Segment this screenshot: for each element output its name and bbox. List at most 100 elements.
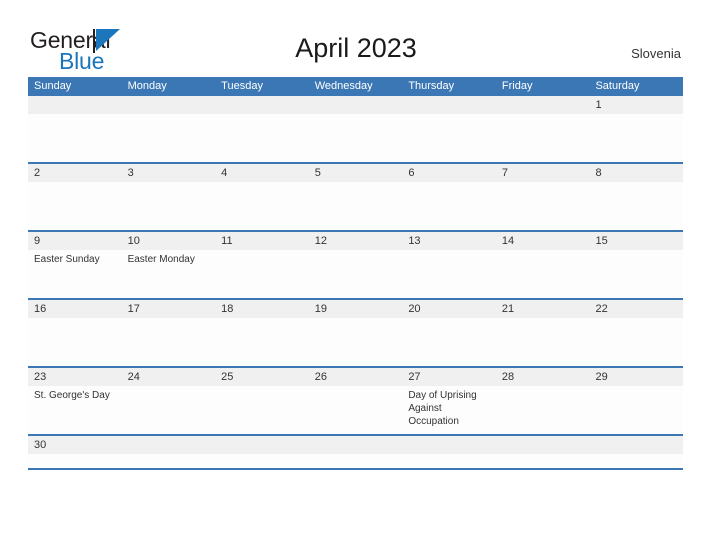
day-number-28[interactable]: 28 — [496, 368, 590, 386]
day-number-10[interactable]: 10 — [122, 232, 216, 250]
day-events-empty — [589, 114, 683, 162]
day-events-empty — [496, 182, 590, 230]
day-events-empty — [402, 454, 496, 468]
day-number-empty — [215, 436, 309, 454]
day-events-empty — [496, 454, 590, 468]
day-events-empty — [589, 454, 683, 468]
day-number-27[interactable]: 27 — [402, 368, 496, 386]
weekday-header-saturday: Saturday — [595, 80, 640, 92]
week-date-band: 1 — [28, 96, 683, 114]
day-number-empty — [496, 436, 590, 454]
day-events-empty — [309, 386, 403, 434]
day-number-empty — [28, 96, 122, 114]
day-events-empty — [309, 318, 403, 366]
day-number-24[interactable]: 24 — [122, 368, 216, 386]
day-number-empty — [589, 436, 683, 454]
calendar-week-row: 1 — [28, 96, 683, 164]
weekday-header-thursday: Thursday — [408, 80, 455, 92]
day-number-19[interactable]: 19 — [309, 300, 403, 318]
event-label: Day of Uprising — [408, 390, 477, 401]
day-number-29[interactable]: 29 — [589, 368, 683, 386]
page-header: General Blue April 2023 Slovenia — [0, 0, 712, 74]
day-events-empty — [309, 454, 403, 468]
week-date-band: 2345678 — [28, 164, 683, 182]
day-number-13[interactable]: 13 — [402, 232, 496, 250]
day-events-empty — [122, 454, 216, 468]
day-events-empty — [215, 318, 309, 366]
day-events-27: Day of Uprising Against Occupation — [402, 386, 496, 434]
day-number-11[interactable]: 11 — [215, 232, 309, 250]
calendar-week-row: 2345678 — [28, 164, 683, 232]
day-events-empty — [28, 318, 122, 366]
week-event-band — [28, 318, 683, 366]
day-number-7[interactable]: 7 — [496, 164, 590, 182]
week-date-band: 16 17 18 19 20 21 22 — [28, 300, 683, 318]
week-event-band — [28, 182, 683, 230]
day-number-25[interactable]: 25 — [215, 368, 309, 386]
day-number-12[interactable]: 12 — [309, 232, 403, 250]
weekday-header-row: Sunday Monday Tuesday Wednesday Thursday Frid… — [28, 77, 683, 96]
week-event-band — [28, 114, 683, 162]
day-number-empty — [496, 96, 590, 114]
weekday-header-monday: Monday — [127, 80, 167, 92]
day-events-empty — [589, 250, 683, 298]
day-number-6[interactable]: 6 — [402, 164, 496, 182]
day-number-21[interactable]: 21 — [496, 300, 590, 318]
day-events-empty — [589, 318, 683, 366]
calendar-week-row: 9 10 11 12 13 14 15 Easter Sunday Easter Monday — [28, 232, 683, 300]
day-events-empty — [215, 250, 309, 298]
day-number-17[interactable]: 17 — [122, 300, 216, 318]
day-events-empty — [122, 318, 216, 366]
day-number-23[interactable]: 23 — [28, 368, 122, 386]
day-number-empty — [309, 436, 403, 454]
country-label: Slovenia — [631, 46, 681, 61]
weekday-header-sunday: Sunday — [34, 80, 72, 92]
day-number-empty — [215, 96, 309, 114]
day-number-26[interactable]: 26 — [309, 368, 403, 386]
day-number-1[interactable]: 1 — [589, 96, 683, 114]
week-date-band: 30 — [28, 436, 683, 454]
event-label: Easter Sunday — [34, 254, 100, 265]
day-events-empty — [589, 182, 683, 230]
day-events-empty — [402, 182, 496, 230]
day-number-9[interactable]: 9 — [28, 232, 122, 250]
day-number-empty — [122, 436, 216, 454]
day-number-16[interactable]: 16 — [28, 300, 122, 318]
day-number-14[interactable]: 14 — [496, 232, 590, 250]
week-event-band: St. George's Day Day of Uprising Against O… — [28, 386, 683, 434]
day-events-empty — [122, 182, 216, 230]
day-events-empty — [28, 454, 122, 468]
day-events-9: Easter Sunday — [28, 250, 122, 298]
calendar-week-row: 23 24 25 26 27 28 29 St. George's Day Day of Upr… — [28, 368, 683, 436]
event-label: St. George's Day — [34, 390, 110, 401]
day-events-empty — [28, 114, 122, 162]
day-number-8[interactable]: 8 — [589, 164, 683, 182]
day-number-3[interactable]: 3 — [122, 164, 216, 182]
day-number-20[interactable]: 20 — [402, 300, 496, 318]
day-number-18[interactable]: 18 — [215, 300, 309, 318]
calendar-page: General Blue April 2023 Slovenia Sunday M… — [0, 0, 712, 550]
page-title: April 2023 — [295, 33, 417, 63]
day-number-2[interactable]: 2 — [28, 164, 122, 182]
day-events-empty — [309, 114, 403, 162]
calendar-table: Sunday Monday Tuesday Wednesday Thursday Frid… — [28, 77, 683, 470]
day-events-empty — [28, 182, 122, 230]
week-date-band: 9 10 11 12 13 14 15 — [28, 232, 683, 250]
day-events-empty — [402, 318, 496, 366]
day-events-23: St. George's Day — [28, 386, 122, 434]
day-events-empty — [496, 250, 590, 298]
day-events-empty — [122, 386, 216, 434]
day-number-15[interactable]: 15 — [589, 232, 683, 250]
day-number-empty — [402, 436, 496, 454]
weekday-header-wednesday: Wednesday — [314, 80, 373, 92]
event-label: Easter Monday — [127, 254, 195, 265]
day-events-empty — [309, 250, 403, 298]
day-number-22[interactable]: 22 — [589, 300, 683, 318]
weekday-header-tuesday: Tuesday — [221, 80, 263, 92]
day-events-empty — [496, 386, 590, 434]
day-number-30[interactable]: 30 — [28, 436, 122, 454]
day-number-5[interactable]: 5 — [309, 164, 403, 182]
calendar-weeks: 1 2 3 4 5 6 7 8 9 10 11 12 13 14 15 Easter Sunday Easter… — [28, 96, 683, 470]
day-events-empty — [215, 454, 309, 468]
day-number-4[interactable]: 4 — [215, 164, 309, 182]
